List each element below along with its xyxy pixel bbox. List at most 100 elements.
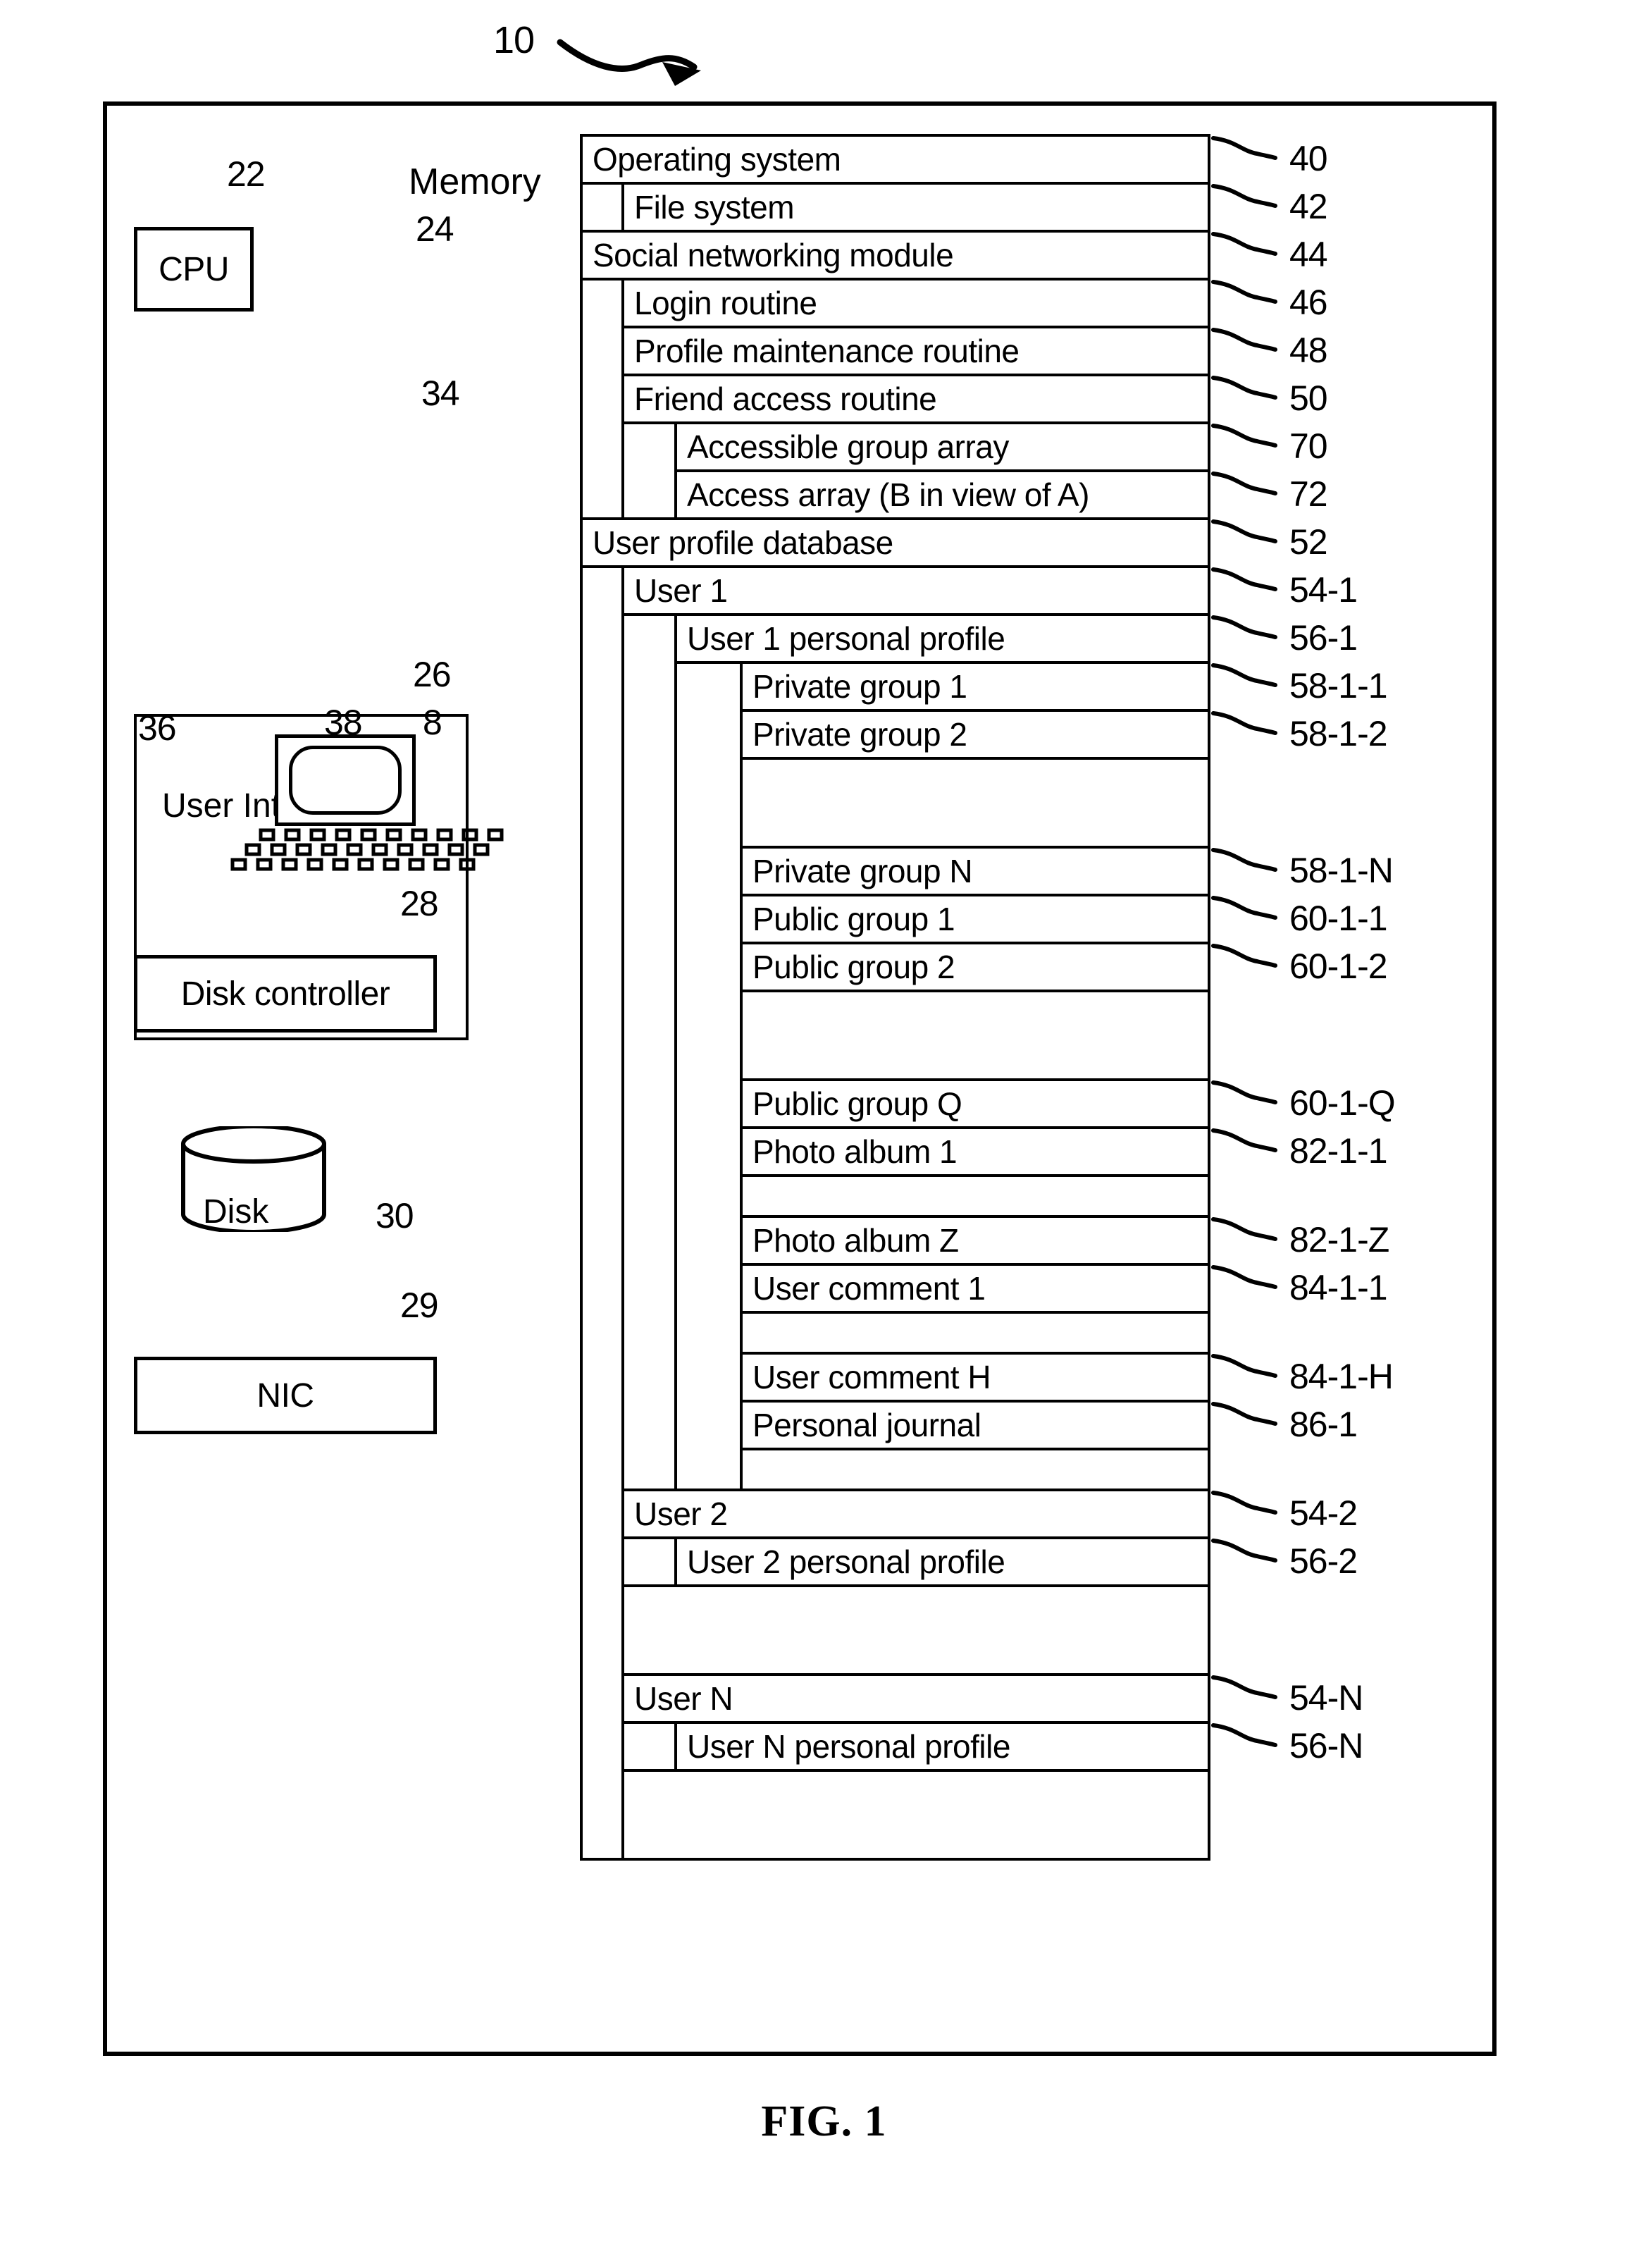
ref-60-1-Q: 60-1-Q: [1289, 1083, 1396, 1123]
memory-row: User 2 personal profile: [674, 1536, 1210, 1587]
ref-72: 72: [1289, 474, 1328, 514]
memory-row-label: Private group N: [752, 853, 973, 889]
ref-58-1-2: 58-1-2: [1289, 714, 1388, 753]
memory-row: Public group 1: [740, 894, 1210, 944]
ref-26: 26: [413, 655, 452, 694]
memory-label: Memory: [409, 161, 541, 202]
memory-row: Photo album 1: [740, 1126, 1210, 1177]
ref-56-1: 56-1: [1289, 618, 1358, 658]
memory-row-ellipsis: [621, 1769, 1210, 1861]
memory-row-ellipsis: [621, 1584, 1210, 1676]
ref-52: 52: [1289, 522, 1328, 562]
memory-row: Private group 1: [740, 661, 1210, 712]
ref-84-1-H: 84-1-H: [1289, 1357, 1394, 1396]
ref-70: 70: [1289, 426, 1328, 466]
ref-8: 8: [423, 703, 442, 742]
cpu-label: CPU: [159, 250, 229, 288]
memory-row-label: User profile database: [593, 524, 893, 561]
nic-box: NIC: [134, 1357, 437, 1434]
memory-row-label: User 2: [634, 1496, 728, 1532]
memory-row: Public group Q: [740, 1078, 1210, 1129]
memory-row-label: Public group 2: [752, 949, 955, 985]
memory-row: Access array (B in view of A): [674, 469, 1210, 520]
disk-label: Disk: [203, 1193, 269, 1231]
ref-29: 29: [400, 1286, 439, 1325]
memory-row-label: Access array (B in view of A): [687, 476, 1089, 513]
ref-86-1: 86-1: [1289, 1405, 1358, 1444]
memory-row-label: Login routine: [634, 285, 817, 321]
ref-22: 22: [227, 154, 266, 194]
ref-84-1-1: 84-1-1: [1289, 1268, 1388, 1307]
memory-row-label: Profile maintenance routine: [634, 333, 1020, 369]
memory-row: User N personal profile: [674, 1721, 1210, 1772]
memory-row: User comment 1: [740, 1263, 1210, 1314]
ref-82-1-1: 82-1-1: [1289, 1131, 1388, 1171]
memory-row-label: Private group 2: [752, 716, 967, 753]
ref-58-1-1: 58-1-1: [1289, 666, 1388, 705]
ref-46: 46: [1289, 283, 1328, 322]
nic-label: NIC: [256, 1376, 314, 1415]
memory-row-label: Friend access routine: [634, 381, 937, 417]
memory-row-ellipsis: [740, 1448, 1210, 1491]
memory-row-label: Personal journal: [752, 1407, 981, 1443]
memory-row-label: Photo album Z: [752, 1222, 959, 1259]
memory-row: File system: [621, 182, 1210, 233]
memory-row-ellipsis: [740, 990, 1210, 1081]
memory-row-label: User N personal profile: [687, 1728, 1010, 1765]
memory-row-ellipsis: [740, 1311, 1210, 1355]
ref-48: 48: [1289, 331, 1328, 370]
ref-30: 30: [376, 1196, 414, 1235]
ref-10: 10: [493, 19, 535, 61]
ref-54-N: 54-N: [1289, 1678, 1363, 1718]
ref-34: 34: [421, 374, 460, 413]
memory-row: Social networking module: [580, 230, 1210, 281]
ref-28: 28: [400, 884, 439, 923]
ref-44: 44: [1289, 235, 1328, 274]
memory-row: User 1 personal profile: [674, 613, 1210, 664]
disk-controller-box: Disk controller: [134, 955, 437, 1033]
memory-row-label: User 1: [634, 572, 728, 609]
ref-56-N: 56-N: [1289, 1726, 1363, 1765]
patent-figure-sheet: 10 CPU 22 Memory 24 34 User Interface 26…: [0, 0, 1648, 2268]
ref-56-2: 56-2: [1289, 1541, 1358, 1581]
memory-row-label: User 1 personal profile: [687, 620, 1005, 657]
ref-40: 40: [1289, 139, 1328, 178]
memory-row-label: File system: [634, 189, 795, 226]
ref-50: 50: [1289, 378, 1328, 418]
cpu-box: CPU: [134, 227, 254, 312]
memory-row-label: Private group 1: [752, 668, 967, 705]
memory-row-label: Accessible group array: [687, 429, 1009, 465]
ref-54-2: 54-2: [1289, 1493, 1358, 1533]
memory-row: Login routine: [621, 278, 1210, 328]
memory-row-ellipsis: [740, 757, 1210, 849]
memory-row: User comment H: [740, 1352, 1210, 1403]
memory-row: User N: [621, 1673, 1210, 1724]
memory-row-label: User N: [634, 1680, 733, 1717]
disk-controller-label: Disk controller: [180, 975, 390, 1013]
memory-row-label: User comment 1: [752, 1270, 986, 1307]
ref-42: 42: [1289, 187, 1328, 226]
ref-54-1: 54-1: [1289, 570, 1358, 610]
memory-row: Private group N: [740, 846, 1210, 896]
memory-row-label: Public group 1: [752, 901, 955, 937]
memory-row-ellipsis: [740, 1174, 1210, 1218]
memory-row-label: User 2 personal profile: [687, 1543, 1005, 1580]
memory-row: Friend access routine: [621, 374, 1210, 424]
ref-24: 24: [416, 209, 454, 249]
memory-row: Photo album Z: [740, 1215, 1210, 1266]
memory-row: User 1: [621, 565, 1210, 616]
ref-82-1-Z: 82-1-Z: [1289, 1220, 1389, 1259]
display-screen-icon: [289, 746, 402, 815]
figure-caption: FIG. 1: [761, 2097, 887, 2145]
memory-row: Private group 2: [740, 709, 1210, 760]
memory-row-label: Photo album 1: [752, 1133, 958, 1170]
memory-row-label: Social networking module: [593, 237, 954, 273]
memory-row-label: Public group Q: [752, 1085, 962, 1122]
memory-row: Public group 2: [740, 942, 1210, 992]
ref-60-1-1: 60-1-1: [1289, 899, 1388, 938]
ref-58-1-N: 58-1-N: [1289, 851, 1394, 890]
ref-36: 36: [138, 708, 177, 748]
memory-row-label: User comment H: [752, 1359, 991, 1395]
memory-row: Accessible group array: [674, 421, 1210, 472]
memory-row-label: Operating system: [593, 141, 841, 178]
